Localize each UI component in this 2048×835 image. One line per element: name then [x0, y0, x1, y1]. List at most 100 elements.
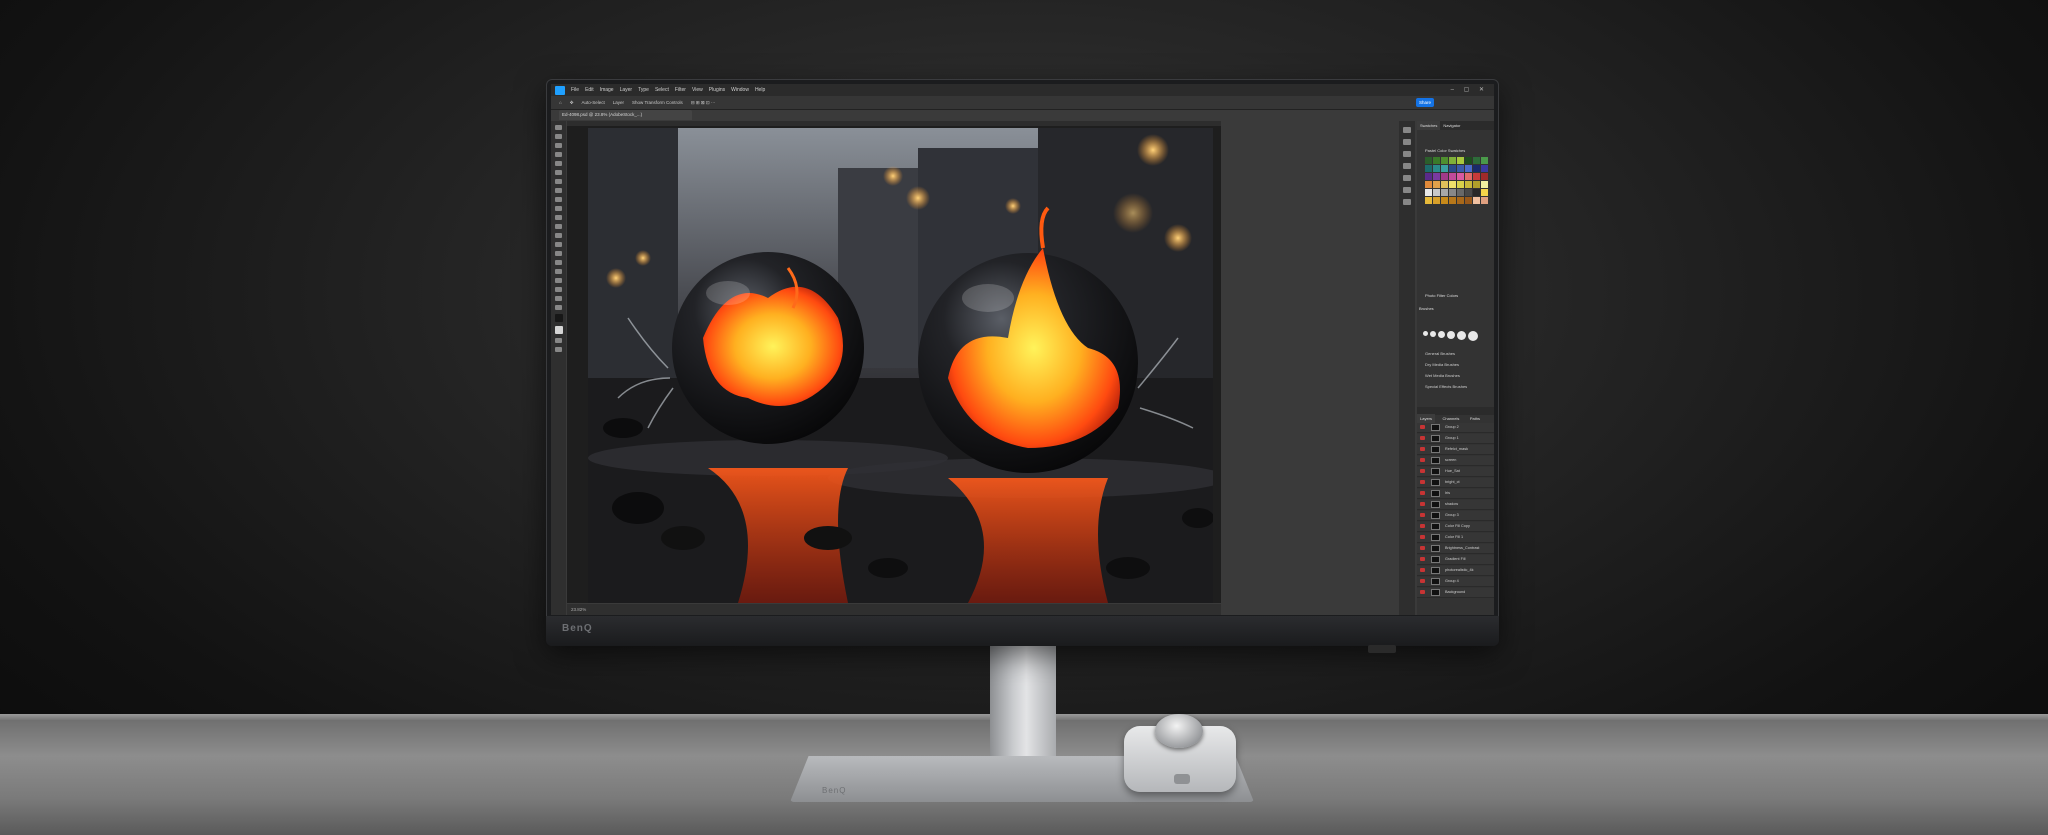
swatch[interactable] [1481, 197, 1488, 204]
layer-visibility-eye-icon[interactable] [1420, 557, 1425, 561]
swatch[interactable] [1449, 197, 1456, 204]
layer-row[interactable]: Group 4 [1417, 577, 1494, 587]
zoom-tool-icon[interactable] [555, 305, 562, 310]
layer-visibility-eye-icon[interactable] [1420, 590, 1425, 594]
layer-row[interactable]: screen [1417, 456, 1494, 466]
menu-view[interactable]: View [692, 87, 703, 93]
foreground-color-icon[interactable] [555, 314, 563, 322]
menu-help[interactable]: Help [755, 87, 765, 93]
swatch[interactable] [1465, 157, 1472, 164]
layer-row[interactable]: bright_ct [1417, 478, 1494, 488]
layer-row[interactable]: photorealistic_4k [1417, 566, 1494, 576]
swatch[interactable] [1425, 197, 1432, 204]
tab-channels[interactable]: Channels [1439, 414, 1462, 423]
history-brush-tool-icon[interactable] [555, 215, 562, 220]
layer-visibility-eye-icon[interactable] [1420, 480, 1425, 484]
layer-visibility-eye-icon[interactable] [1420, 546, 1425, 550]
swatch[interactable] [1465, 181, 1472, 188]
layer-visibility-eye-icon[interactable] [1420, 568, 1425, 572]
swatch[interactable] [1425, 189, 1432, 196]
swatch[interactable] [1473, 197, 1480, 204]
move-tool-icon[interactable]: ✥ [570, 100, 574, 106]
blur-tool-icon[interactable] [555, 242, 562, 247]
swatch[interactable] [1441, 189, 1448, 196]
swatch[interactable] [1449, 173, 1456, 180]
swatch-group-pastel[interactable]: Pastel Color Swatches [1425, 148, 1465, 153]
swatch[interactable] [1433, 157, 1440, 164]
glyphs-panel-icon[interactable] [1403, 199, 1411, 205]
swatch[interactable] [1425, 157, 1432, 164]
layer-row[interactable]: Gradient Fill [1417, 555, 1494, 565]
swatch[interactable] [1473, 165, 1480, 172]
menu-layer[interactable]: Layer [620, 87, 633, 93]
layer-row[interactable]: Brightness_Contrast [1417, 544, 1494, 554]
auto-select-checkbox[interactable]: Auto-Select [582, 100, 605, 105]
swatch[interactable] [1473, 173, 1480, 180]
layer-visibility-eye-icon[interactable] [1420, 491, 1425, 495]
eraser-tool-icon[interactable] [555, 224, 562, 229]
brush-folder-wet[interactable]: Wet Media Brushes [1425, 373, 1460, 378]
marquee-tool-icon[interactable] [555, 134, 562, 139]
swatch[interactable] [1457, 189, 1464, 196]
power-button[interactable] [1368, 645, 1396, 653]
layer-visibility-eye-icon[interactable] [1420, 524, 1425, 528]
swatch[interactable] [1449, 181, 1456, 188]
layer-row[interactable]: Group 3 [1417, 511, 1494, 521]
layer-row[interactable]: Background [1417, 588, 1494, 598]
dodge-tool-icon[interactable] [555, 251, 562, 256]
layer-visibility-eye-icon[interactable] [1420, 425, 1425, 429]
hotkey-puck-dial[interactable] [1155, 714, 1203, 748]
menu-edit[interactable]: Edit [585, 87, 594, 93]
swatch[interactable] [1433, 165, 1440, 172]
swatch-group-photo-filter[interactable]: Photo Filter Colors [1425, 293, 1458, 298]
brush-preset[interactable] [1468, 331, 1478, 341]
swatch[interactable] [1465, 173, 1472, 180]
show-transform-checkbox[interactable]: Show Transform Controls [632, 100, 683, 105]
eyedropper-tool-icon[interactable] [555, 179, 562, 184]
swatch[interactable] [1481, 189, 1488, 196]
layer-row[interactable]: Iris [1417, 489, 1494, 499]
home-icon[interactable]: ⌂ [559, 100, 562, 105]
layer-visibility-eye-icon[interactable] [1420, 436, 1425, 440]
layer-visibility-eye-icon[interactable] [1420, 535, 1425, 539]
layer-visibility-eye-icon[interactable] [1420, 502, 1425, 506]
move-tool-icon[interactable] [555, 125, 562, 130]
brush-preset[interactable] [1430, 331, 1436, 337]
adjustments-panel-icon[interactable] [1403, 151, 1411, 157]
swatch[interactable] [1465, 197, 1472, 204]
swatch[interactable] [1441, 157, 1448, 164]
auto-select-mode-dropdown[interactable]: Layer [613, 100, 624, 105]
swatch[interactable] [1433, 181, 1440, 188]
layer-visibility-eye-icon[interactable] [1420, 447, 1425, 451]
tab-swatches[interactable]: Swatches [1417, 121, 1441, 130]
brush-folder-dry[interactable]: Dry Media Brushes [1425, 362, 1459, 367]
hand-tool-icon[interactable] [555, 296, 562, 301]
document-tab[interactable]: Ed-4098.psd @ 23.8% (AdobeStock_...) [559, 110, 692, 120]
brushes-panel-title[interactable]: Brushes [1419, 306, 1434, 311]
menu-file[interactable]: File [571, 87, 579, 93]
quick-mask-icon[interactable] [555, 338, 562, 343]
swatch[interactable] [1457, 181, 1464, 188]
paragraph-panel-icon[interactable] [1403, 175, 1411, 181]
gradient-tool-icon[interactable] [555, 233, 562, 238]
shape-tool-icon[interactable] [555, 287, 562, 292]
menu-type[interactable]: Type [638, 87, 649, 93]
layer-row[interactable]: Group 2 [1417, 423, 1494, 433]
brush-preset[interactable] [1438, 331, 1445, 338]
document-canvas-image[interactable] [588, 128, 1213, 603]
layer-visibility-eye-icon[interactable] [1420, 469, 1425, 473]
layer-row[interactable]: Color Fill Copy [1417, 522, 1494, 532]
window-controls[interactable]: – ▢ ✕ [1451, 86, 1488, 93]
swatch[interactable] [1441, 181, 1448, 188]
menu-select[interactable]: Select [655, 87, 669, 93]
swatch[interactable] [1433, 189, 1440, 196]
hotkey-puck-button[interactable] [1174, 774, 1190, 784]
swatch[interactable] [1433, 197, 1440, 204]
swatch[interactable] [1449, 157, 1456, 164]
swatch[interactable] [1481, 173, 1488, 180]
swatch[interactable] [1481, 165, 1488, 172]
swatch[interactable] [1441, 165, 1448, 172]
screen-mode-icon[interactable] [555, 347, 562, 352]
swatch[interactable] [1449, 189, 1456, 196]
swatch[interactable] [1481, 181, 1488, 188]
